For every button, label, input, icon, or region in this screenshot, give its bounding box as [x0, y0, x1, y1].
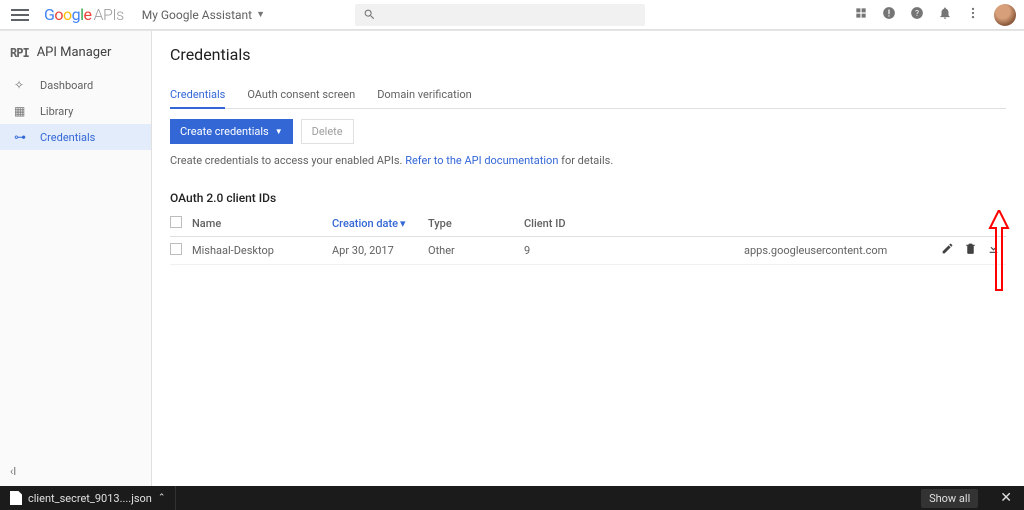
- cell-type: Other: [428, 244, 524, 257]
- sidebar-item-label: Dashboard: [40, 79, 93, 92]
- tab-credentials[interactable]: Credentials: [170, 88, 225, 109]
- caret-down-icon: ▼: [275, 127, 283, 136]
- page-title: Credentials: [170, 45, 1006, 64]
- notifications-icon[interactable]: [938, 6, 952, 24]
- search-icon: [363, 8, 376, 25]
- download-bar: client_secret_9013....json ⌃ Show all ✕: [0, 486, 1024, 510]
- api-doc-link[interactable]: Refer to the API documentation: [405, 154, 558, 167]
- select-all-checkbox[interactable]: [170, 216, 182, 228]
- avatar[interactable]: [994, 4, 1016, 26]
- project-name: My Google Assistant: [142, 8, 252, 22]
- top-bar: GoogleAPIs My Google Assistant ▼ ?: [0, 0, 1024, 30]
- chevron-up-icon: ⌃: [158, 493, 166, 503]
- content: Credentials Credentials OAuth consent sc…: [152, 31, 1024, 486]
- search-container: [355, 4, 645, 26]
- show-all-button[interactable]: Show all: [921, 489, 978, 508]
- alert-icon[interactable]: [882, 6, 896, 24]
- project-selector[interactable]: My Google Assistant ▼: [142, 8, 265, 22]
- file-icon: [10, 491, 22, 505]
- menu-icon[interactable]: [8, 3, 32, 27]
- sidebar-item-dashboard[interactable]: ✧ Dashboard: [0, 72, 151, 98]
- col-creation-date[interactable]: Creation date ▾: [332, 217, 428, 230]
- main: RPI API Manager ✧ Dashboard ▦ Library ⊶ …: [0, 30, 1024, 486]
- delete-button[interactable]: Delete: [301, 119, 354, 144]
- api-badge-icon: RPI: [10, 46, 29, 60]
- collapse-sidebar-icon[interactable]: ‹I: [10, 465, 16, 478]
- cell-client-id-domain: apps.googleusercontent.com: [744, 244, 936, 257]
- caret-down-icon: ▼: [256, 9, 265, 20]
- download-item[interactable]: client_secret_9013....json ⌃: [0, 486, 176, 510]
- table-header: Name Creation date ▾ Type Client ID: [170, 211, 1006, 237]
- cell-creation: Apr 30, 2017: [332, 244, 428, 257]
- cell-name[interactable]: Mishaal-Desktop: [192, 244, 332, 257]
- sidebar-item-library[interactable]: ▦ Library: [0, 98, 151, 124]
- create-credentials-button[interactable]: Create credentials ▼: [170, 119, 293, 144]
- more-icon[interactable]: [966, 6, 980, 24]
- search-input[interactable]: [355, 4, 645, 26]
- sidebar-item-credentials[interactable]: ⊶ Credentials: [0, 124, 151, 150]
- table-row: Mishaal-Desktop Apr 30, 2017 Other 9 app…: [170, 237, 1006, 265]
- edit-icon[interactable]: [941, 242, 954, 259]
- delete-icon[interactable]: [964, 242, 977, 259]
- help-icon[interactable]: ?: [910, 6, 924, 24]
- svg-text:?: ?: [915, 7, 919, 17]
- key-icon: ⊶: [14, 130, 32, 144]
- tab-domain-verification[interactable]: Domain verification: [377, 88, 472, 108]
- helper-text: Create credentials to access your enable…: [170, 154, 1006, 167]
- section-heading: OAuth 2.0 client IDs: [170, 191, 1006, 205]
- tabs: Credentials OAuth consent screen Domain …: [170, 88, 1006, 109]
- sidebar-item-label: Credentials: [40, 131, 95, 144]
- library-icon: ▦: [14, 104, 32, 118]
- close-download-bar-icon[interactable]: ✕: [988, 490, 1024, 506]
- sort-desc-icon: ▾: [400, 217, 406, 230]
- col-client-id[interactable]: Client ID: [524, 217, 744, 230]
- google-apis-logo[interactable]: GoogleAPIs: [44, 5, 124, 24]
- download-filename: client_secret_9013....json: [28, 492, 152, 505]
- row-actions: [936, 242, 1006, 259]
- sidebar-item-label: Library: [40, 105, 73, 118]
- top-icons: ?: [854, 4, 1016, 26]
- download-icon[interactable]: [987, 242, 1000, 259]
- col-type[interactable]: Type: [428, 217, 524, 230]
- dashboard-icon: ✧: [14, 78, 32, 92]
- sidebar-title: RPI API Manager: [0, 45, 151, 72]
- credentials-table: Name Creation date ▾ Type Client ID Mish…: [170, 211, 1006, 265]
- tab-oauth-consent[interactable]: OAuth consent screen: [247, 88, 355, 108]
- gift-icon[interactable]: [854, 6, 868, 24]
- sidebar: RPI API Manager ✧ Dashboard ▦ Library ⊶ …: [0, 31, 152, 486]
- cell-client-id-short: 9: [524, 244, 744, 257]
- col-name[interactable]: Name: [192, 217, 332, 230]
- row-checkbox[interactable]: [170, 243, 182, 255]
- toolbar: Create credentials ▼ Delete: [170, 119, 1006, 144]
